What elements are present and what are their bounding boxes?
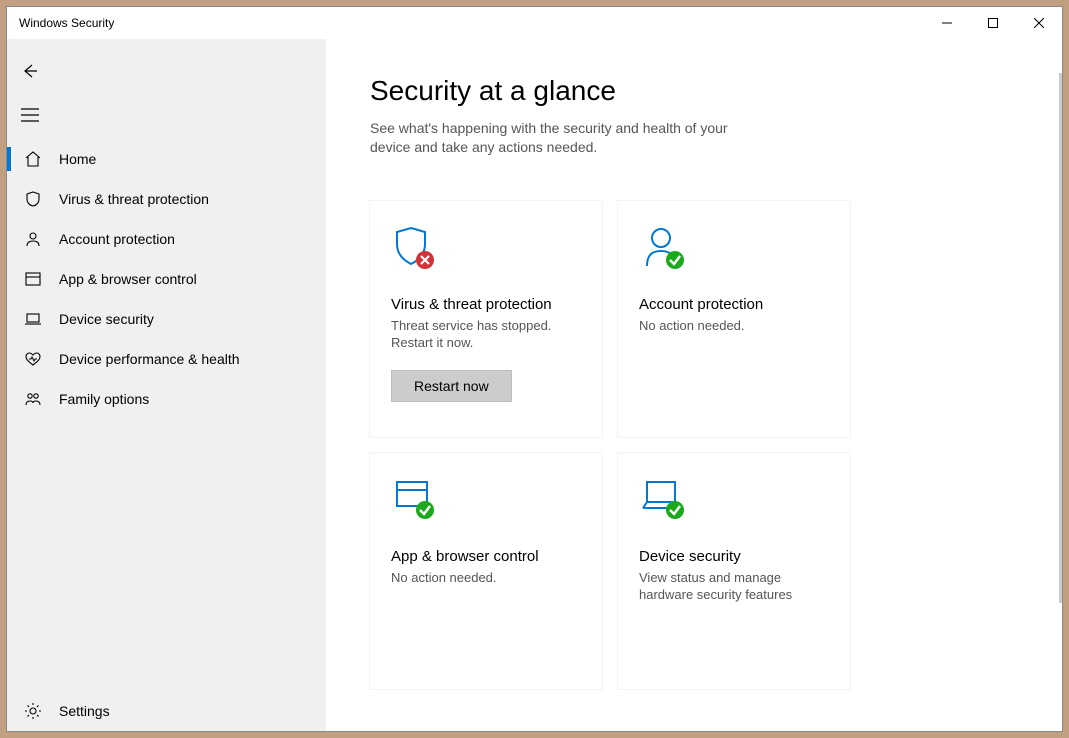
- card-devicesecurity[interactable]: Device security View status and manage h…: [618, 453, 850, 689]
- card-account[interactable]: Account protection No action needed.: [618, 201, 850, 437]
- sidebar-item-virus[interactable]: Virus & threat protection: [7, 179, 326, 219]
- windows-security-window: Windows Security: [6, 6, 1063, 732]
- card-virus[interactable]: Virus & threat protection Threat service…: [370, 201, 602, 437]
- shield-error-icon: [391, 224, 581, 280]
- scrollbar[interactable]: [1059, 73, 1062, 603]
- sidebar-item-label: App & browser control: [59, 271, 197, 287]
- sidebar-item-label: Home: [59, 151, 96, 167]
- sidebar-item-home[interactable]: Home: [7, 139, 326, 179]
- window-body: Home Virus & threat protection Account p…: [7, 39, 1062, 731]
- sidebar-item-account[interactable]: Account protection: [7, 219, 326, 259]
- menu-toggle-button[interactable]: [7, 95, 53, 135]
- sidebar-item-health[interactable]: Device performance & health: [7, 339, 326, 379]
- card-title: Virus & threat protection: [391, 296, 581, 313]
- laptop-ok-icon: [639, 476, 829, 532]
- titlebar: Windows Security: [7, 7, 1062, 39]
- person-ok-icon: [639, 224, 829, 280]
- sidebar-bottom: Settings: [7, 691, 326, 731]
- sidebar-item-label: Family options: [59, 391, 149, 407]
- sidebar-item-label: Device security: [59, 311, 154, 327]
- sidebar-item-settings[interactable]: Settings: [7, 691, 326, 731]
- card-text: No action needed.: [639, 317, 829, 335]
- browser-ok-icon: [391, 476, 581, 532]
- sidebar-item-label: Account protection: [59, 231, 175, 247]
- sidebar-item-appbrowser[interactable]: App & browser control: [7, 259, 326, 299]
- sidebar-item-label: Virus & threat protection: [59, 191, 209, 207]
- maximize-button[interactable]: [970, 7, 1016, 39]
- gear-icon: [7, 702, 59, 720]
- sidebar-item-devicesecurity[interactable]: Device security: [7, 299, 326, 339]
- restart-now-button[interactable]: Restart now: [391, 370, 512, 402]
- person-icon: [7, 230, 59, 248]
- card-text: Threat service has stopped. Restart it n…: [391, 317, 581, 352]
- window-title: Windows Security: [19, 16, 114, 30]
- browser-icon: [7, 270, 59, 288]
- card-appbrowser[interactable]: App & browser control No action needed.: [370, 453, 602, 689]
- card-title: App & browser control: [391, 548, 581, 565]
- sidebar-item-family[interactable]: Family options: [7, 379, 326, 419]
- family-icon: [7, 390, 59, 408]
- window-controls: [924, 7, 1062, 39]
- minimize-button[interactable]: [924, 7, 970, 39]
- page-title: Security at a glance: [370, 75, 1018, 107]
- back-button[interactable]: [7, 51, 53, 91]
- page-subtitle: See what's happening with the security a…: [370, 119, 750, 157]
- home-icon: [7, 150, 59, 168]
- card-title: Account protection: [639, 296, 829, 313]
- shield-icon: [7, 190, 59, 208]
- card-title: Device security: [639, 548, 829, 565]
- card-text: View status and manage hardware security…: [639, 569, 829, 604]
- sidebar: Home Virus & threat protection Account p…: [7, 39, 326, 731]
- sidebar-item-label: Settings: [59, 703, 110, 719]
- close-button[interactable]: [1016, 7, 1062, 39]
- nav: Home Virus & threat protection Account p…: [7, 139, 326, 419]
- heart-icon: [7, 350, 59, 368]
- sidebar-item-label: Device performance & health: [59, 351, 240, 367]
- laptop-icon: [7, 310, 59, 328]
- card-text: No action needed.: [391, 569, 581, 587]
- main-content: Security at a glance See what's happenin…: [326, 39, 1062, 731]
- cards-grid: Virus & threat protection Threat service…: [370, 201, 1018, 689]
